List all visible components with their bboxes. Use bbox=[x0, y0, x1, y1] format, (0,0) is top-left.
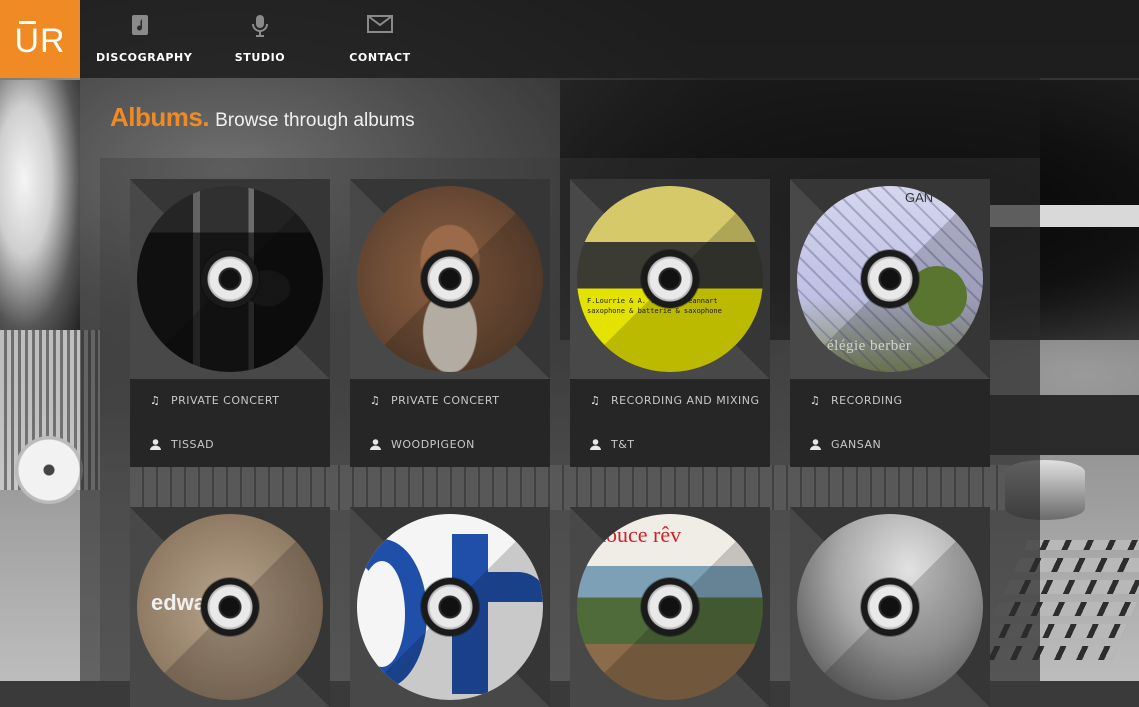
top-navbar: UR DISCOGRAPHY STUDIO CONTACT bbox=[0, 0, 1139, 78]
album-meta: ♫ RECORDING GANSAN bbox=[790, 379, 990, 467]
album-art[interactable]: GAN élégie berbèr bbox=[790, 179, 990, 379]
disc-hub-icon bbox=[861, 250, 919, 308]
album-card[interactable]: edwa mes bbox=[130, 507, 330, 707]
user-icon bbox=[148, 439, 162, 450]
nav-label: DISCOGRAPHY bbox=[96, 51, 193, 64]
album-art[interactable]: F.Lourrie & A. ... & L.Jeannart saxophon… bbox=[570, 179, 770, 379]
cover-text: élégie berbèr bbox=[827, 338, 912, 354]
album-service: ♫ RECORDING bbox=[809, 394, 903, 407]
disc-hub-icon bbox=[421, 250, 479, 308]
album-art[interactable] bbox=[350, 179, 550, 379]
page-subtitle: Browse through albums bbox=[215, 110, 415, 131]
album-art[interactable]: edwa mes bbox=[130, 507, 330, 707]
music-note-icon: ♫ bbox=[149, 394, 161, 407]
disc-hub-icon bbox=[201, 250, 259, 308]
nav-contact[interactable]: CONTACT bbox=[346, 0, 414, 78]
nav-discography[interactable]: DISCOGRAPHY bbox=[96, 0, 193, 78]
album-card[interactable]: douce rêv bbox=[570, 507, 770, 707]
album-artist: WOODPIGEON bbox=[368, 438, 475, 451]
album-artist: T&T bbox=[588, 438, 635, 451]
disc-hub-icon bbox=[421, 578, 479, 636]
disc-hub-icon bbox=[641, 250, 699, 308]
album-artist: GANSAN bbox=[808, 438, 881, 451]
disc-hub-icon bbox=[641, 578, 699, 636]
site-logo[interactable]: UR bbox=[0, 0, 80, 78]
album-artist: TISSAD bbox=[148, 438, 214, 451]
music-note-icon bbox=[131, 14, 149, 40]
nav-label: STUDIO bbox=[234, 51, 286, 64]
user-icon bbox=[808, 439, 822, 450]
page-title: Albums. bbox=[110, 102, 210, 132]
disc-hub-icon bbox=[201, 578, 259, 636]
page-heading: Albums. Browse through albums bbox=[110, 102, 415, 133]
user-icon bbox=[588, 439, 602, 450]
album-card[interactable] bbox=[790, 507, 990, 707]
music-note-icon: ♫ bbox=[589, 394, 601, 407]
album-art[interactable] bbox=[790, 507, 990, 707]
album-art[interactable]: douce rêv bbox=[570, 507, 770, 707]
logo-text: UR bbox=[14, 21, 66, 60]
user-icon bbox=[368, 439, 382, 450]
album-service: ♫ RECORDING AND MIXING bbox=[589, 394, 760, 407]
nav-label: CONTACT bbox=[349, 51, 411, 64]
album-art[interactable] bbox=[350, 507, 550, 707]
music-note-icon: ♫ bbox=[809, 394, 821, 407]
album-card[interactable]: GAN élégie berbèr ♫ RECORDING GANSAN bbox=[790, 179, 990, 467]
album-card[interactable]: ♫ PRIVATE CONCERT WOODPIGEON bbox=[350, 179, 550, 467]
album-card[interactable]: F.Lourrie & A. ... & L.Jeannart saxophon… bbox=[570, 179, 770, 467]
microphone-icon bbox=[251, 14, 269, 42]
disc-hub-icon bbox=[861, 578, 919, 636]
nav-studio[interactable]: STUDIO bbox=[226, 0, 294, 78]
music-note-icon: ♫ bbox=[369, 394, 381, 407]
album-meta: ♫ RECORDING AND MIXING T&T bbox=[570, 379, 770, 467]
album-art[interactable] bbox=[130, 179, 330, 379]
album-card[interactable] bbox=[350, 507, 550, 707]
envelope-icon bbox=[367, 14, 393, 38]
album-meta: ♫ PRIVATE CONCERT WOODPIGEON bbox=[350, 379, 550, 467]
album-service: ♫ PRIVATE CONCERT bbox=[149, 394, 280, 407]
cover-text: douce rêv bbox=[595, 522, 682, 547]
album-service: ♫ PRIVATE CONCERT bbox=[369, 394, 500, 407]
album-card[interactable]: ♫ PRIVATE CONCERT TISSAD bbox=[130, 179, 330, 467]
album-meta: ♫ PRIVATE CONCERT TISSAD bbox=[130, 379, 330, 467]
cover-text: GAN bbox=[905, 190, 934, 205]
